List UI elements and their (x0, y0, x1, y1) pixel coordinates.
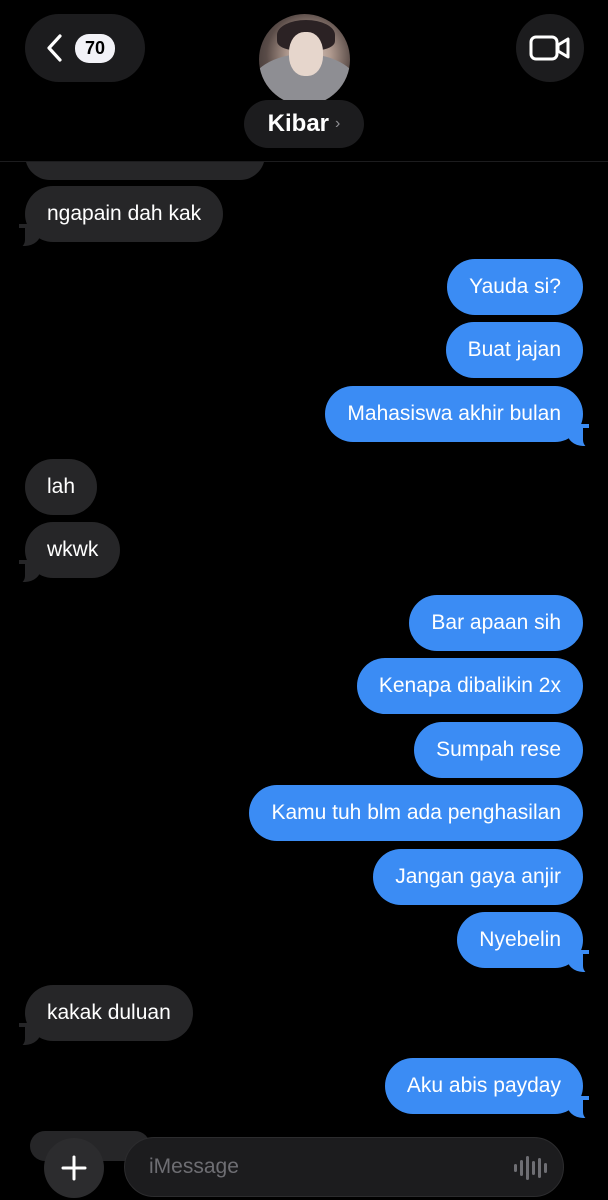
message-bubble-outgoing[interactable]: Jangan gaya anjir (373, 849, 583, 905)
message-bubble-outgoing[interactable]: Kamu tuh blm ada penghasilan (249, 785, 583, 841)
message-text: Mahasiswa akhir bulan (347, 402, 561, 425)
contact-avatar[interactable] (259, 14, 350, 105)
message-text: Sumpah rese (436, 738, 561, 761)
unread-count-badge: 70 (75, 33, 116, 63)
message-bubble-outgoing[interactable]: Buat jajan (445, 322, 583, 378)
message-text: wkwk (47, 538, 99, 561)
message-text: Jangan gaya anjir (395, 865, 561, 888)
conversation-header: 70 Kibar › (0, 0, 608, 162)
message-text: Aku abis payday (406, 1074, 561, 1097)
message-bubble-incoming[interactable]: lah (25, 459, 98, 515)
message-input-container[interactable] (124, 1137, 564, 1197)
contact-name: Kibar (267, 110, 330, 137)
message-bubble-incoming[interactable]: ngapain dah kak (10, 186, 224, 250)
message-text: Nyebelin (479, 928, 561, 951)
chevron-right-icon: › (335, 115, 341, 132)
message-bubble-outgoing[interactable]: Nyebelin (457, 912, 597, 976)
facetime-video-button[interactable] (516, 14, 584, 82)
add-attachment-button[interactable] (44, 1138, 104, 1198)
message-bubble-outgoing[interactable]: Kenapa dibalikin 2x (356, 658, 583, 714)
imessage-input[interactable] (149, 1155, 509, 1179)
message-text: Kamu tuh blm ada penghasilan (271, 801, 561, 824)
message-text: Kenapa dibalikin 2x (378, 674, 561, 697)
back-button[interactable]: 70 (25, 14, 145, 82)
message-text: kakak duluan (47, 1001, 171, 1024)
message-text: ngapain dah kak (47, 202, 202, 225)
message-bubble-outgoing[interactable]: Aku abis payday (384, 1058, 598, 1122)
message-bubble-outgoing[interactable]: Yauda si? (447, 259, 583, 315)
message-text: lah (47, 475, 76, 498)
message-bubble-outgoing[interactable]: Sumpah rese (414, 722, 583, 778)
message-text: Buat jajan (467, 338, 561, 361)
plus-icon (61, 1155, 87, 1181)
message-bubble-outgoing[interactable]: Mahasiswa akhir bulan (325, 386, 597, 450)
contact-name-button[interactable]: Kibar › (244, 100, 364, 148)
chevron-left-icon (47, 34, 62, 62)
message-text: Yauda si? (469, 275, 561, 298)
video-camera-icon (529, 35, 570, 61)
waveform-icon[interactable] (514, 1154, 547, 1182)
message-bubble-outgoing[interactable]: Bar apaan sih (409, 595, 583, 651)
message-bubble-incoming[interactable]: wkwk (10, 522, 121, 586)
message-text: Bar apaan sih (431, 611, 561, 634)
message-bubble-incoming[interactable]: kakak duluan (11, 985, 193, 1049)
